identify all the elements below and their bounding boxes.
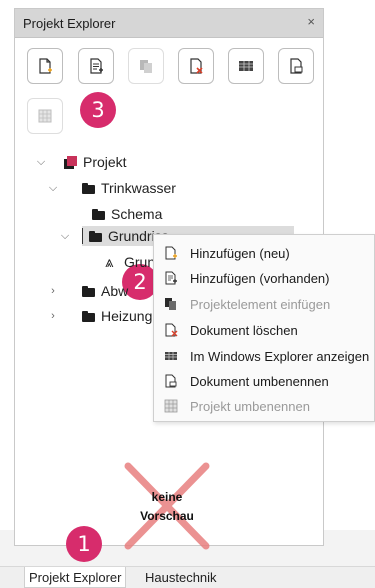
add-existing-document-icon	[90, 58, 103, 74]
context-menu: Hinzufügen (neu) Hinzufügen (vorhanden) …	[153, 234, 375, 422]
chevron-down-icon[interactable]: ⌵	[34, 156, 48, 169]
add-existing-document-button[interactable]	[78, 48, 114, 84]
tree-label-projekt: Projekt	[83, 154, 127, 170]
rename-document-icon	[165, 374, 177, 388]
no-preview-line1: keine	[151, 490, 183, 504]
folder-icon	[89, 231, 103, 242]
rename-project-icon	[164, 399, 178, 413]
close-icon[interactable]: ×	[307, 14, 315, 29]
menu-label: Hinzufügen (vorhanden)	[190, 270, 330, 286]
chevron-down-icon[interactable]: ⌵	[58, 230, 72, 243]
no-preview-placeholder: keine Vorschau	[122, 462, 212, 550]
insert-project-element-icon	[165, 298, 176, 310]
tree-label-trinkwasser: Trinkwasser	[101, 180, 176, 196]
windows-explorer-icon	[239, 61, 253, 71]
menu-item-windows-explorer[interactable]: Im Windows Explorer anzeigen	[154, 344, 374, 368]
add-new-document-icon	[39, 58, 52, 74]
menu-item-delete-document[interactable]: Dokument löschen	[154, 318, 374, 342]
project-icon	[64, 155, 78, 169]
tree-item-trinkwasser[interactable]: ⌵ Trinkwasser	[46, 177, 176, 199]
tree-item-grundriss-child[interactable]: ⩓ Grun	[105, 251, 155, 273]
delete-document-icon	[190, 58, 203, 74]
folder-icon	[82, 286, 96, 297]
rename-document-button[interactable]	[278, 48, 314, 84]
add-existing-document-icon	[165, 271, 177, 285]
tree-label-schema: Schema	[111, 206, 163, 222]
tree-item-projekt[interactable]: ⌵ Projekt	[34, 151, 127, 173]
menu-label: Dokument umbenennen	[190, 373, 329, 389]
tree-label-grundriss-child: Grun	[124, 254, 156, 270]
focus-marker	[82, 228, 83, 244]
folder-icon	[82, 311, 96, 322]
menu-item-rename-document[interactable]: Dokument umbenennen	[154, 369, 374, 393]
add-new-document-icon	[165, 246, 177, 260]
chevron-right-icon[interactable]: ›	[46, 285, 60, 297]
menu-item-add-new[interactable]: Hinzufügen (neu)	[154, 241, 374, 265]
add-new-document-button[interactable]	[27, 48, 63, 84]
menu-label: Projekt umbenennen	[190, 398, 310, 414]
menu-label: Hinzufügen (neu)	[190, 245, 290, 261]
folder-icon	[92, 209, 106, 220]
tree-item-schema[interactable]: Schema	[92, 203, 162, 225]
menu-item-insert-project-element[interactable]: Projektelement einfügen	[154, 292, 374, 316]
tab-haustechnik[interactable]: Haustechnik	[141, 567, 221, 587]
step-badge-3: 3	[80, 92, 116, 128]
delete-document-button[interactable]	[178, 48, 214, 84]
panel-titlebar: Projekt Explorer ×	[15, 9, 323, 38]
chevron-right-icon[interactable]: ›	[46, 310, 60, 322]
menu-item-rename-project[interactable]: Projekt umbenennen	[154, 394, 374, 418]
no-preview-cross-icon	[124, 462, 210, 550]
tab-projekt-explorer[interactable]: Projekt Explorer	[24, 567, 127, 588]
tree-label-abwasser: Abw	[101, 283, 129, 299]
drawing-compass-icon: ⩓	[105, 253, 114, 271]
bottom-tabbar: Projekt Explorer Haustechnik	[0, 566, 375, 588]
no-preview-line2: Vorschau	[140, 509, 194, 523]
folder-icon	[82, 183, 96, 194]
tree-label-heizung: Heizung	[101, 308, 153, 324]
menu-label: Im Windows Explorer anzeigen	[190, 348, 370, 364]
windows-explorer-button[interactable]	[228, 48, 264, 84]
insert-project-element-icon	[140, 60, 152, 73]
windows-explorer-icon	[165, 352, 177, 360]
rename-document-icon	[290, 58, 303, 74]
menu-label: Projektelement einfügen	[190, 296, 331, 312]
panel-title: Projekt Explorer	[23, 16, 116, 31]
chevron-down-icon[interactable]: ⌵	[46, 182, 60, 195]
tree-item-heizung[interactable]: › Heizung	[46, 305, 152, 327]
tree-item-abwasser[interactable]: › Abw	[46, 280, 128, 302]
menu-item-add-existing[interactable]: Hinzufügen (vorhanden)	[154, 266, 374, 290]
menu-label: Dokument löschen	[190, 322, 298, 338]
rename-project-icon	[38, 109, 52, 123]
insert-project-element-button[interactable]	[128, 48, 164, 84]
delete-document-icon	[165, 323, 178, 337]
rename-project-button[interactable]	[27, 98, 63, 134]
step-badge-1: 1	[66, 526, 102, 562]
